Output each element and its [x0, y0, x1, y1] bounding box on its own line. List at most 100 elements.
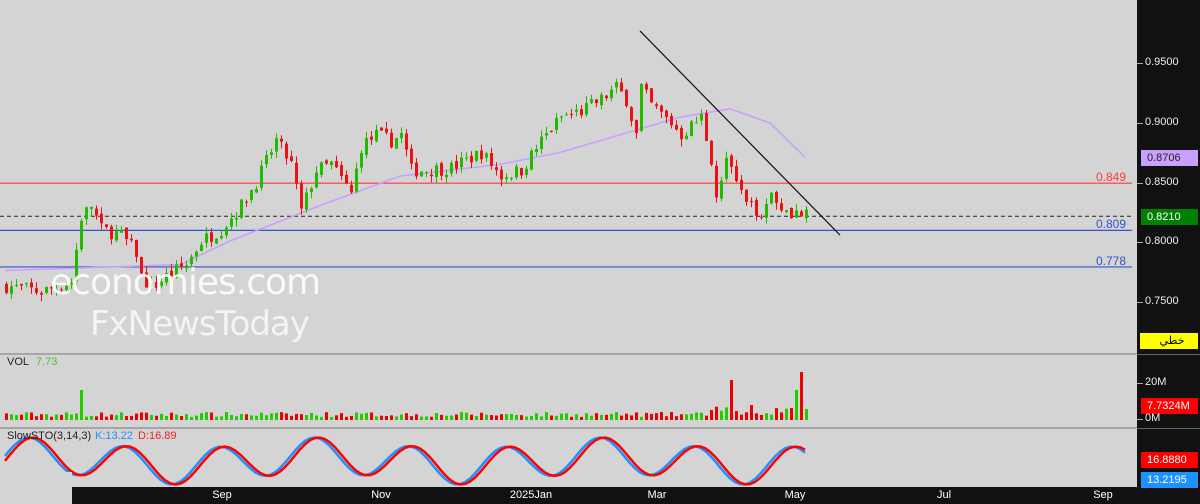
candle-body — [770, 192, 773, 204]
volume-bar — [455, 414, 458, 420]
volume-bar — [20, 414, 23, 420]
candle-body — [380, 127, 383, 131]
price-axis[interactable]: 0.9500 0.9000 0.8500 0.8000 0.7500 0.870… — [1136, 0, 1200, 504]
candle-body — [670, 115, 673, 126]
volume-bar — [300, 414, 303, 420]
volume-bar — [750, 405, 753, 420]
volume-bar — [470, 414, 473, 420]
watermark-fxnewstoday: FxNewsToday — [90, 304, 310, 344]
candle-body — [305, 192, 308, 210]
candle-body — [450, 162, 453, 174]
volume-bar — [400, 414, 403, 420]
volume-bar — [585, 413, 588, 420]
candle-body — [45, 286, 48, 293]
stoch-k: K:13.22 — [95, 430, 133, 442]
volume-bar — [625, 413, 628, 420]
volume-bar — [105, 416, 108, 420]
volume-bar — [130, 415, 133, 420]
stoch-d: D:16.89 — [138, 430, 177, 442]
volume-bar — [775, 408, 778, 420]
chart-type-badge[interactable]: خطي — [1140, 333, 1198, 349]
candle-body — [745, 189, 748, 202]
candle-body — [245, 201, 248, 203]
candle-body — [235, 217, 238, 220]
volume-bar — [205, 412, 208, 420]
candle-body — [350, 184, 353, 193]
candle-body — [575, 109, 578, 112]
volume-bar — [65, 412, 68, 420]
candle-body — [515, 166, 518, 178]
candle-body — [615, 81, 618, 88]
candle-body — [5, 283, 8, 293]
candle-body — [420, 171, 423, 177]
candle-body — [800, 211, 803, 217]
price-tick: 0.9500 — [1137, 56, 1179, 68]
candle-body — [685, 135, 688, 140]
candle-body — [410, 148, 413, 164]
candle-body — [240, 199, 243, 218]
month-tick: Sep — [1093, 489, 1113, 501]
candle-body — [280, 138, 283, 142]
volume-bar — [480, 412, 483, 420]
volume-bar — [675, 416, 678, 420]
volume-bar — [795, 390, 798, 420]
candle-body — [500, 169, 503, 180]
volume-bar — [170, 412, 173, 420]
volume-bar — [555, 415, 558, 420]
volume-bar — [115, 415, 118, 420]
volume-bar — [610, 413, 613, 420]
volume-bar — [265, 415, 268, 420]
candle-body — [365, 138, 368, 155]
candle-body — [90, 206, 93, 209]
volume-bar — [345, 416, 348, 420]
volume-bar — [315, 415, 318, 420]
volume-bar — [580, 416, 583, 420]
candle-body — [340, 165, 343, 177]
volume-bar — [765, 413, 768, 420]
candle-body — [425, 172, 428, 174]
month-tick: Nov — [371, 489, 391, 501]
candle-body — [625, 89, 628, 107]
volume-bar — [770, 414, 773, 420]
volume-bar — [565, 413, 568, 420]
candle-body — [590, 99, 593, 103]
volume-bar — [560, 413, 563, 420]
candle-body — [15, 284, 18, 286]
candle-body — [750, 201, 753, 203]
volume-bar — [685, 414, 688, 420]
candle-body — [505, 177, 508, 180]
chart-plot-area[interactable]: economies.com FxNewsToday 0.849 0.809 0.… — [0, 0, 1137, 504]
volume-bar — [595, 413, 598, 420]
volume-bar — [360, 413, 363, 420]
candle-body — [220, 236, 223, 239]
candle-body — [205, 233, 208, 243]
volume-bar — [270, 413, 273, 420]
candle-body — [695, 122, 698, 124]
candle-body — [730, 155, 733, 167]
candle-body — [740, 179, 743, 190]
volume-bar — [120, 412, 123, 420]
candle-body — [650, 88, 653, 103]
volume-bar — [240, 413, 243, 420]
volume-bar — [10, 414, 13, 420]
candle-body — [490, 153, 493, 166]
volume-bar — [325, 412, 328, 420]
candle-body — [330, 161, 333, 166]
volume-bar — [605, 414, 608, 420]
candle-body — [40, 293, 43, 295]
volume-bar — [520, 415, 523, 420]
volume-bar — [495, 415, 498, 420]
volume-bar — [755, 413, 758, 420]
candle-body — [270, 152, 273, 155]
candle-body — [315, 172, 318, 188]
candle-body — [30, 282, 33, 288]
volume-bar — [780, 412, 783, 420]
volume-bar — [220, 416, 223, 420]
candle-body — [620, 82, 623, 92]
volume-bar — [190, 416, 193, 420]
candle-body — [80, 220, 83, 250]
candle-body — [430, 174, 433, 177]
candle-body — [395, 138, 398, 149]
volume-bar — [305, 415, 308, 420]
volume-bar — [505, 414, 508, 420]
